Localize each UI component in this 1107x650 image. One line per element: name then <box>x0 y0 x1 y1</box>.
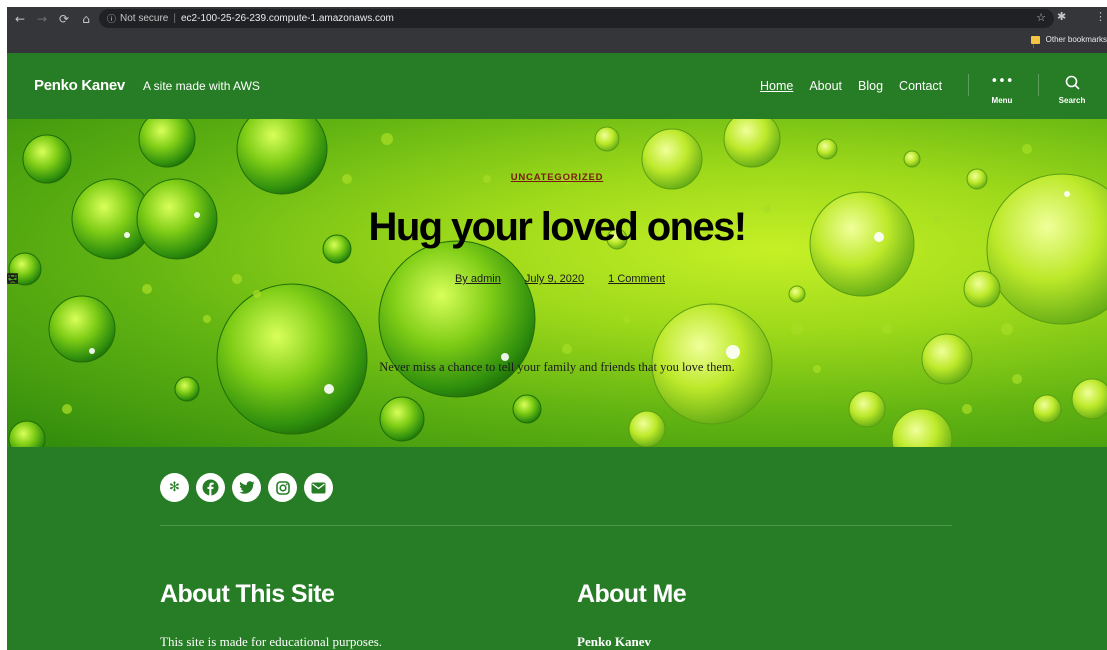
search-icon <box>1049 75 1095 91</box>
about-me-text: Penko Kanev <box>577 634 652 649</box>
site-title[interactable]: Penko Kanev <box>34 77 125 94</box>
other-bookmarks[interactable]: Other bookmarks <box>1030 35 1107 44</box>
about-site-heading: About This Site <box>160 580 335 608</box>
author-link[interactable]: By admin <box>455 273 501 285</box>
nav-about[interactable]: About <box>809 79 842 93</box>
search-label: Search <box>1058 96 1086 105</box>
category-link[interactable]: UNCATEGORIZED <box>511 172 604 183</box>
post-author[interactable]: By admin <box>7 273 501 285</box>
security-label: Not secure <box>120 13 169 24</box>
other-bookmarks-label: Other bookmarks <box>1045 35 1107 44</box>
menu-toggle[interactable]: ••• Menu <box>979 74 1025 106</box>
nav-contact[interactable]: Contact <box>899 79 942 93</box>
forward-icon[interactable]: → <box>33 10 51 28</box>
footer-separator <box>160 525 952 526</box>
browser-toolbar: ← → ⟳ ⌂ ⓘ Not secure | ec2-100-25-26-239… <box>7 7 1107 30</box>
header-divider <box>1038 74 1039 96</box>
post-comments[interactable]: 1 Comment <box>7 273 665 285</box>
post-excerpt: Never miss a chance to tell your family … <box>379 360 735 374</box>
email-icon[interactable] <box>304 473 333 502</box>
info-icon[interactable]: ⓘ <box>107 12 116 25</box>
more-dots-icon: ••• <box>990 74 1014 89</box>
back-icon[interactable]: ← <box>11 10 29 28</box>
browser-chrome: ← → ⟳ ⌂ ⓘ Not secure | ec2-100-25-26-239… <box>7 7 1107 53</box>
post-title[interactable]: Hug your loved ones! <box>7 205 1107 250</box>
reload-icon[interactable]: ⟳ <box>55 10 73 28</box>
post-category[interactable]: UNCATEGORIZED <box>7 172 1107 183</box>
date-link[interactable]: July 9, 2020 <box>525 273 584 285</box>
header-divider <box>968 74 969 96</box>
social-links: ✻ <box>160 473 340 502</box>
extensions-icon[interactable]: ✱ <box>1057 10 1066 23</box>
nav-blog[interactable]: Blog <box>858 79 883 93</box>
footer-widgets: ✻ About This Site This site is made for … <box>7 447 1107 650</box>
about-site-text: This site is made for educational purpos… <box>160 634 383 649</box>
post-date[interactable]: July 9, 2020 <box>7 273 584 285</box>
featured-post-hero[interactable]: UNCATEGORIZED Hug your loved ones! By ad… <box>7 119 1107 447</box>
comments-link[interactable]: 1 Comment <box>608 273 665 285</box>
url-text[interactable]: ec2-100-25-26-239.compute-1.amazonaws.co… <box>181 13 394 24</box>
nav-home[interactable]: Home <box>760 79 793 93</box>
site-header: Penko Kanev A site made with AWS Home Ab… <box>7 53 1107 119</box>
twitter-icon[interactable] <box>232 473 261 502</box>
primary-nav: Home About Blog Contact <box>760 79 958 93</box>
home-icon[interactable]: ⌂ <box>77 10 95 28</box>
folder-icon <box>1030 35 1040 44</box>
post-meta: By admin July 9, 2020 1 Comment <box>7 273 1107 285</box>
omnibox-separator: | <box>173 13 176 24</box>
menu-label: Menu <box>991 96 1013 105</box>
instagram-icon[interactable] <box>268 473 297 502</box>
search-toggle[interactable]: Search <box>1049 75 1095 105</box>
bookmark-star-icon[interactable]: ☆ <box>1036 11 1046 24</box>
bookmarks-bar: Other bookmarks <box>7 30 1107 53</box>
browser-menu-icon[interactable]: ⋮ <box>1095 10 1106 23</box>
site-description: A site made with AWS <box>143 79 260 93</box>
facebook-icon[interactable] <box>196 473 225 502</box>
yelp-icon[interactable]: ✻ <box>160 473 189 502</box>
address-bar[interactable]: ⓘ Not secure | ec2-100-25-26-239.compute… <box>99 9 1054 28</box>
about-me-heading: About Me <box>577 580 687 608</box>
